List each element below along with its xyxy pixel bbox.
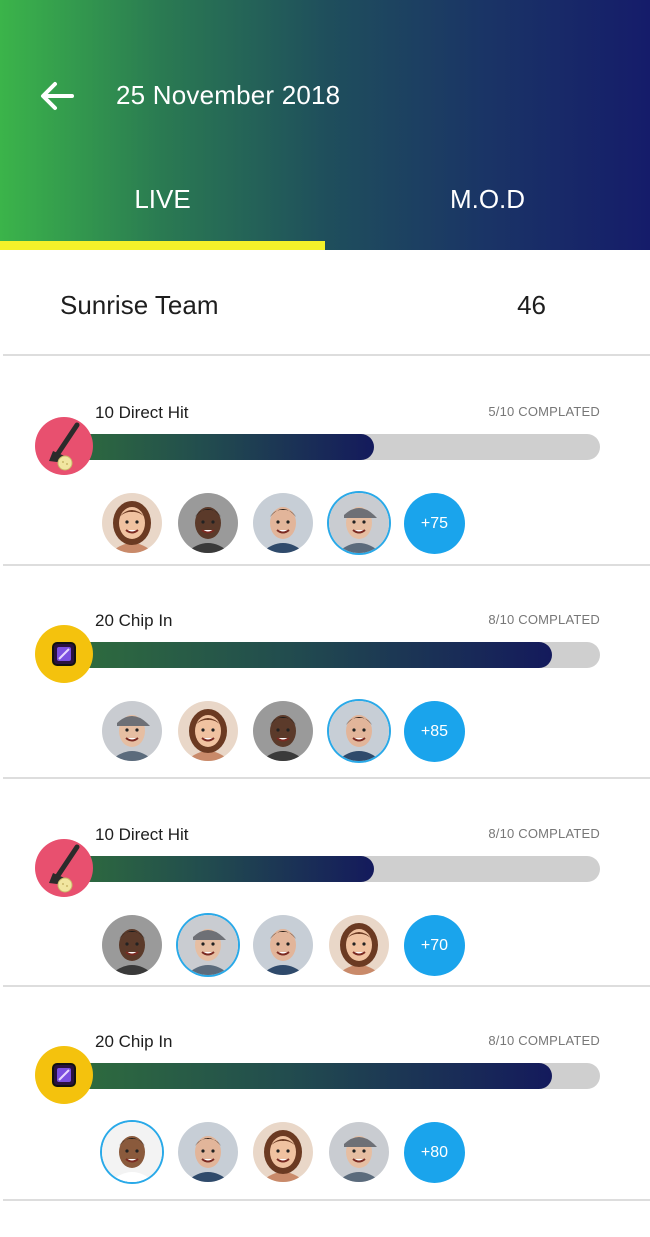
progress-fill <box>62 1063 552 1089</box>
progress-track <box>62 1063 600 1089</box>
challenge-status: 8/10 COMPLATED <box>488 826 600 841</box>
avatar[interactable] <box>178 493 238 553</box>
challenge-badge <box>35 1046 93 1104</box>
challenge-title: 10 Direct Hit <box>95 825 189 844</box>
challenge-status: 8/10 COMPLATED <box>488 1033 600 1048</box>
progress-fill <box>62 434 374 460</box>
divider <box>3 354 650 356</box>
active-tab-indicator <box>0 241 325 250</box>
golf-club-icon <box>49 844 80 893</box>
divider <box>3 777 650 779</box>
progress-fill <box>62 856 374 882</box>
page-title: 25 November 2018 <box>116 80 341 110</box>
avatar[interactable] <box>329 493 389 553</box>
avatar[interactable] <box>329 701 389 761</box>
avatar[interactable] <box>329 1122 389 1182</box>
challenge-title: 20 Chip In <box>95 1032 173 1051</box>
avatar[interactable] <box>102 493 162 553</box>
challenge-badge <box>35 625 93 683</box>
participant-avatars: +70 <box>102 915 482 976</box>
purple-target-icon <box>52 1063 76 1087</box>
tab-live-label: LIVE <box>134 184 191 214</box>
tab-mod[interactable]: M.O.D <box>325 160 650 250</box>
challenge-card[interactable]: 20 Chip In 8/10 COMPLATED +80 <box>0 996 650 1208</box>
challenge-title: 10 Direct Hit <box>95 403 189 422</box>
avatar[interactable] <box>102 701 162 761</box>
avatar[interactable] <box>253 701 313 761</box>
arrow-left-icon <box>41 82 74 110</box>
more-participants-button[interactable]: +80 <box>404 1122 465 1183</box>
challenge-title: 20 Chip In <box>95 611 173 630</box>
progress-track <box>62 642 600 668</box>
team-summary: Sunrise Team 46 <box>0 250 650 356</box>
tab-mod-label: M.O.D <box>449 184 526 214</box>
avatar[interactable] <box>253 1122 313 1182</box>
participant-avatars: +85 <box>102 701 482 762</box>
avatar[interactable] <box>329 915 389 975</box>
purple-target-icon <box>52 642 76 666</box>
divider <box>3 1199 650 1201</box>
tab-live[interactable]: LIVE <box>0 160 325 250</box>
more-participants-button[interactable]: +85 <box>404 701 465 762</box>
team-score: 46 <box>517 290 546 320</box>
avatar[interactable] <box>253 915 313 975</box>
challenge-card[interactable]: 10 Direct Hit 8/10 COMPLATED +70 <box>0 789 650 1001</box>
divider <box>3 564 650 566</box>
progress-track <box>62 856 600 882</box>
back-button[interactable] <box>36 76 76 116</box>
more-participants-button[interactable]: +75 <box>404 493 465 554</box>
avatar[interactable] <box>102 1122 162 1182</box>
challenge-status: 5/10 COMPLATED <box>488 404 600 419</box>
divider <box>3 985 650 987</box>
challenge-badge <box>35 417 93 475</box>
golf-club-icon <box>49 422 80 471</box>
avatar[interactable] <box>178 915 238 975</box>
avatar[interactable] <box>253 493 313 553</box>
avatar[interactable] <box>178 701 238 761</box>
more-participants-button[interactable]: +70 <box>404 915 465 976</box>
challenge-card[interactable]: 10 Direct Hit 5/10 COMPLATED +75 <box>0 367 650 579</box>
progress-fill <box>62 642 552 668</box>
challenge-card[interactable]: 20 Chip In 8/10 COMPLATED +85 <box>0 575 650 787</box>
avatar[interactable] <box>178 1122 238 1182</box>
challenge-badge <box>35 839 93 897</box>
avatar[interactable] <box>102 915 162 975</box>
team-name: Sunrise Team <box>60 290 219 320</box>
app-header: 25 November 2018 LIVE M.O.D <box>0 0 650 250</box>
participant-avatars: +80 <box>102 1122 482 1183</box>
challenge-status: 8/10 COMPLATED <box>488 612 600 627</box>
participant-avatars: +75 <box>102 493 482 554</box>
progress-track <box>62 434 600 460</box>
